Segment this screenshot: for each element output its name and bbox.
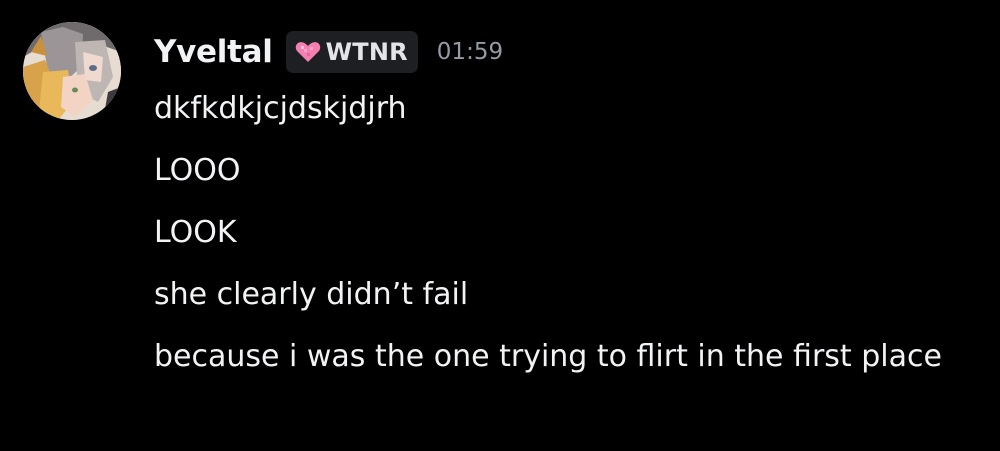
- avatar-image: [23, 22, 121, 120]
- server-tag-label: WTNR: [325, 38, 408, 66]
- username[interactable]: Yveltal: [154, 34, 273, 70]
- server-tag-badge[interactable]: WTNR: [285, 31, 418, 73]
- message-header: Yveltal WTNR 01:59: [154, 28, 503, 76]
- message-content: dkfkdkjcjdskjdjrh LOOO LOOK she clearly …: [154, 84, 994, 394]
- message-line: LOOO: [154, 153, 241, 188]
- message-timestamp[interactable]: 01:59: [437, 39, 503, 65]
- message-line: dkfkdkjcjdskjdjrh: [154, 91, 407, 126]
- message-line: because i was the one trying to flirt in…: [154, 339, 942, 374]
- chat-message: Yveltal WTNR 01:59 dkfkdkjcjdskjdjrh LOO…: [0, 0, 1000, 451]
- message-line: LOOK: [154, 215, 237, 250]
- message-line: she clearly didn’t fail: [154, 277, 469, 312]
- pink-heart-icon: [295, 41, 321, 63]
- avatar[interactable]: [23, 22, 121, 120]
